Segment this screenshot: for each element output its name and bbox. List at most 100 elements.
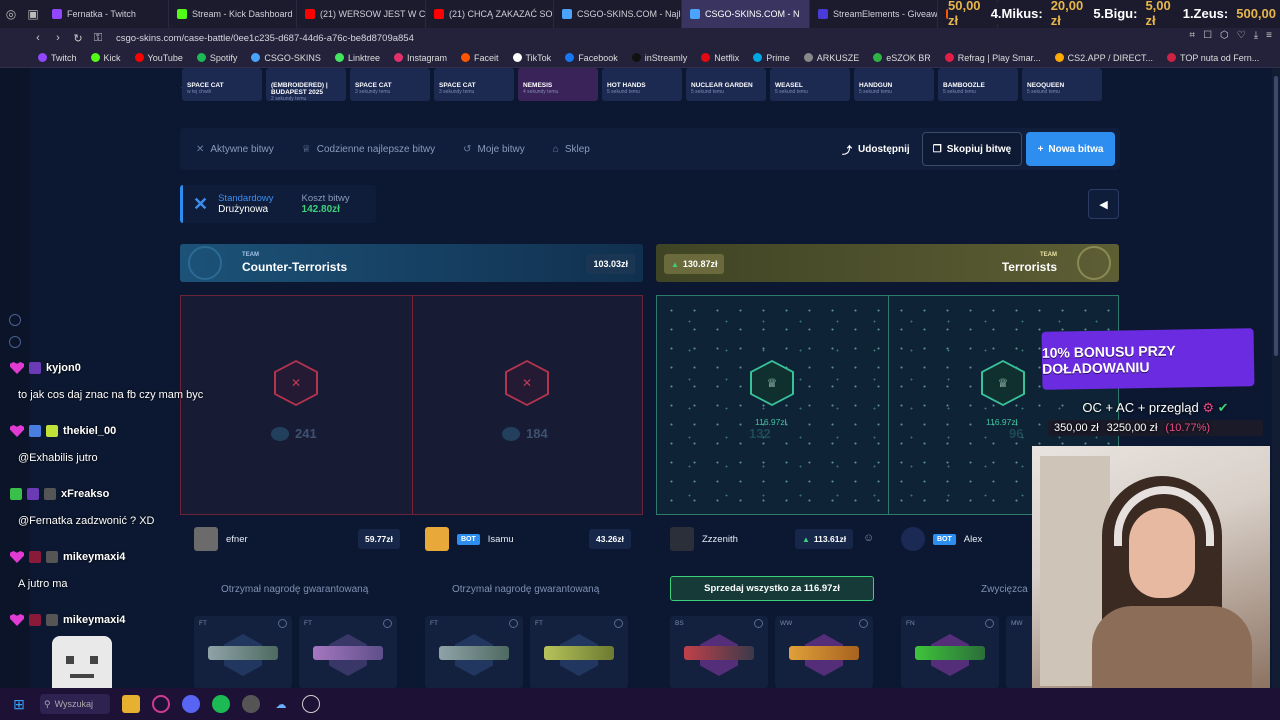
browser-tab-label: Stream - Kick Dashboard <box>192 9 293 19</box>
bookmark-icon[interactable]: ☐ <box>1203 30 1212 41</box>
chat-user: xFreakso <box>10 488 109 500</box>
webcam-feed <box>1032 446 1270 688</box>
bookmark-item[interactable]: Refrag | Play Smar... <box>944 53 1041 63</box>
tab-my-battles[interactable]: ↺ Moje bitwy <box>463 144 525 155</box>
copy-battle-button[interactable]: ❐ Skopiuj bitwę <box>922 132 1022 166</box>
browser-tab[interactable]: StreamElements - Giveaw <box>810 0 938 28</box>
bot-badge: BOT <box>457 533 480 545</box>
browser-tab[interactable]: Fernatka - Twitch <box>44 0 169 28</box>
recent-case-card[interactable]: NEMESIS 4 sekundy temu <box>518 68 598 101</box>
browser-tab-label: CSGO-SKINS.COM - N <box>705 9 800 19</box>
bookmark-item[interactable]: Kick <box>90 53 121 63</box>
item-card[interactable]: FT <box>425 616 523 688</box>
browser-tab[interactable]: (21) CHCĄ ZAKAZAĆ SOC <box>426 0 554 28</box>
back-icon[interactable]: ‹ <box>28 32 48 44</box>
item-card[interactable]: FT <box>299 616 397 688</box>
bookmark-item[interactable]: ARKUSZE <box>803 53 859 63</box>
weapon-image <box>544 646 614 660</box>
recent-case-card[interactable]: SPACE CAT w tej chwili <box>182 68 262 101</box>
url-field[interactable]: csgo-skins.com/case-battle/0ee1c235-d687… <box>116 33 414 44</box>
badge-icon <box>46 425 58 437</box>
recent-case-card[interactable]: SPACE CAT 3 sekundy temu <box>350 68 430 101</box>
tab-favicon-icon <box>177 9 187 19</box>
bookmark-item[interactable]: CSGO-SKINS <box>251 53 321 63</box>
obs-icon[interactable] <box>242 695 260 713</box>
scrollbar-thumb[interactable] <box>1274 76 1278 356</box>
bookmark-item[interactable]: TikTok <box>512 53 551 63</box>
bookmark-item[interactable]: Netflix <box>701 53 739 63</box>
recent-case-card[interactable]: WEASEL 5 sekund temu <box>770 68 850 101</box>
sound-toggle-button[interactable]: ◀ <box>1088 189 1119 219</box>
bookmark-icon <box>701 53 711 62</box>
player-zzzenith[interactable]: Zzzenith <box>670 526 738 552</box>
heart-icon[interactable]: ♡ <box>1237 30 1246 41</box>
recent-case-card[interactable]: NEOQUEEN 5 sekund temu <box>1022 68 1102 101</box>
bookmark-item[interactable]: Prime <box>753 53 790 63</box>
settings-icon[interactable] <box>9 336 21 348</box>
browser-tab[interactable]: Stream - Kick Dashboard <box>169 0 297 28</box>
swords-icon: ✕ <box>196 143 205 155</box>
discord-icon[interactable] <box>182 695 200 713</box>
bookmark-item[interactable]: Linktree <box>334 53 380 63</box>
recent-case-card[interactable]: SPACE CAT 3 sekundy temu <box>434 68 514 101</box>
menu-icon[interactable]: ≡ <box>1266 30 1272 41</box>
reload-icon[interactable]: ↻ <box>68 32 88 45</box>
bookmark-item[interactable]: inStreamly <box>631 53 687 63</box>
item-card[interactable]: WW <box>775 616 873 688</box>
recent-case-card[interactable]: HANDGUN 5 sekund temu <box>854 68 934 101</box>
page-scrollbar[interactable] <box>1272 68 1280 688</box>
bookmark-item[interactable]: TOP nuta od Fern... <box>1167 53 1259 63</box>
bookmark-icon <box>90 53 100 62</box>
player-alex[interactable]: BOT Alex <box>901 526 982 552</box>
bookmark-item[interactable]: Facebook <box>565 53 618 63</box>
recent-case-card[interactable]: NUCLEAR GARDEN 5 sekund temu <box>686 68 766 101</box>
bookmark-item[interactable]: CS2.APP / DIRECT... <box>1054 53 1153 63</box>
recent-case-card[interactable]: BAMBOOZLE 5 sekund temu <box>938 68 1018 101</box>
smile-icon[interactable]: ☺ <box>863 532 874 544</box>
player-efner[interactable]: efner <box>194 526 248 552</box>
new-battle-button[interactable]: + Nowa bitwa <box>1026 132 1115 166</box>
steam-icon[interactable]: ☁ <box>272 695 290 713</box>
sell-all-button[interactable]: Sprzedaj wszystko za 116.97zł <box>670 576 874 601</box>
history-icon[interactable] <box>9 314 21 326</box>
power-app-icon[interactable] <box>302 695 320 713</box>
browser-tab[interactable]: CSGO-SKINS.COM - N <box>682 0 810 28</box>
bookmark-item[interactable]: Twitch <box>38 53 77 63</box>
bookmark-item[interactable]: eSZOK BR <box>873 53 931 63</box>
bookmark-item[interactable]: Instagram <box>393 53 447 63</box>
opera-icon[interactable] <box>152 695 170 713</box>
item-card[interactable]: FN <box>901 616 999 688</box>
screenshot-icon[interactable]: ⌗ <box>1189 30 1195 41</box>
bookmark-item[interactable]: Faceit <box>461 53 499 63</box>
item-card[interactable]: BS <box>670 616 768 688</box>
bookmark-item[interactable]: YouTube <box>134 53 183 63</box>
emote-icon <box>52 636 112 696</box>
item-card[interactable]: FT <box>194 616 292 688</box>
browser-logo-icon[interactable]: ◎ <box>0 0 22 28</box>
player-isamu[interactable]: BOT Isamu <box>425 526 514 552</box>
download-icon[interactable]: ⤓ <box>1254 30 1258 41</box>
chat-message: to jak cos daj znac na fb czy mam byc <box>18 389 204 401</box>
chat-message: @Exhabilis jutro <box>18 452 98 464</box>
tab-daily-best[interactable]: ♕ Codzienne najlepsze bitwy <box>302 144 435 155</box>
lock-icon: ⚿ <box>93 31 103 44</box>
bookmark-item[interactable]: Spotify <box>196 53 237 63</box>
taskbar-search[interactable]: ⚲ Wyszukaj <box>40 694 110 714</box>
tab-active-battles[interactable]: ✕ Aktywne bitwy <box>196 144 274 155</box>
item-card[interactable]: FT <box>530 616 628 688</box>
spotify-icon[interactable] <box>212 695 230 713</box>
share-button[interactable]: ⤴ Udostępnij <box>842 140 910 158</box>
recent-case-card[interactable]: (EMBROIDERED) | BUDAPEST 2025 2 sekundy t… <box>266 68 346 101</box>
bookmark-icon <box>631 53 641 62</box>
browser-tab[interactable]: (21) WERSOW JEST W CI <box>297 0 426 28</box>
tab-overview-icon[interactable]: ▣ <box>22 0 44 28</box>
windows-start-icon[interactable]: ⊞ <box>10 695 28 713</box>
badge-icon <box>46 551 58 563</box>
bookmark-icon <box>196 53 206 62</box>
file-explorer-icon[interactable] <box>122 695 140 713</box>
recent-case-card[interactable]: HOT HANDS 5 sekund temu <box>602 68 682 101</box>
tab-shop[interactable]: ⌂ Sklep <box>553 144 590 155</box>
forward-icon[interactable]: › <box>48 32 68 44</box>
extension-icon[interactable]: ⬡ <box>1220 30 1229 41</box>
browser-tab[interactable]: CSGO-SKINS.COM - Najle <box>554 0 682 28</box>
